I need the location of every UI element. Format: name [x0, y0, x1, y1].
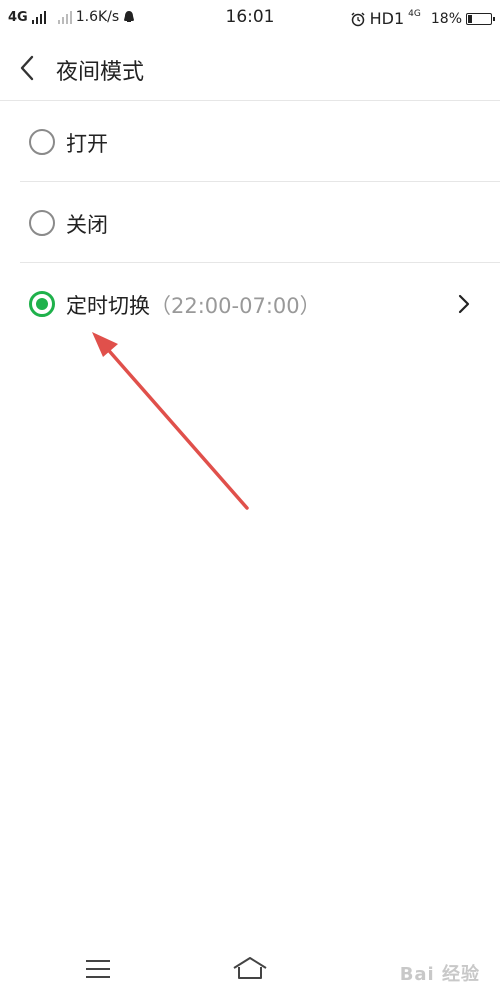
radio-icon[interactable]: [29, 210, 55, 236]
radio-checked-icon[interactable]: [29, 291, 55, 317]
schedule-range: （22:00-07:00）: [150, 294, 321, 318]
status-right: HD1 4G 18%: [350, 8, 495, 28]
page-header: 夜间模式: [0, 36, 500, 101]
option-off[interactable]: 关闭: [20, 182, 500, 262]
watermark: Bai 经验: [399, 964, 480, 985]
battery-percent: 18%: [430, 10, 462, 27]
radio-icon[interactable]: [29, 129, 55, 155]
option-scheduled[interactable]: 定时切换（22:00-07:00）: [20, 263, 500, 343]
bottom-navbar: Bai 经验: [0, 940, 500, 1000]
alarm-icon: [351, 11, 365, 26]
menu-icon[interactable]: [78, 954, 118, 984]
option-label: 打开: [66, 132, 108, 156]
page-title: 夜间模式: [56, 60, 145, 85]
hd-label: HD1: [369, 9, 405, 28]
option-label: 关闭: [66, 213, 108, 237]
status-bar: 4G 1.6K/s 16:01 HD1 4G 18%: [0, 0, 500, 36]
battery-icon: [466, 12, 495, 25]
option-on[interactable]: 打开: [20, 101, 500, 181]
option-label-text: 定时切换: [66, 294, 150, 318]
home-icon[interactable]: [230, 954, 270, 984]
chevron-right-icon[interactable]: [456, 293, 472, 315]
back-icon[interactable]: [12, 52, 44, 84]
option-label: 定时切换（22:00-07:00）: [66, 290, 321, 320]
network-type-right: 4G: [408, 8, 421, 19]
